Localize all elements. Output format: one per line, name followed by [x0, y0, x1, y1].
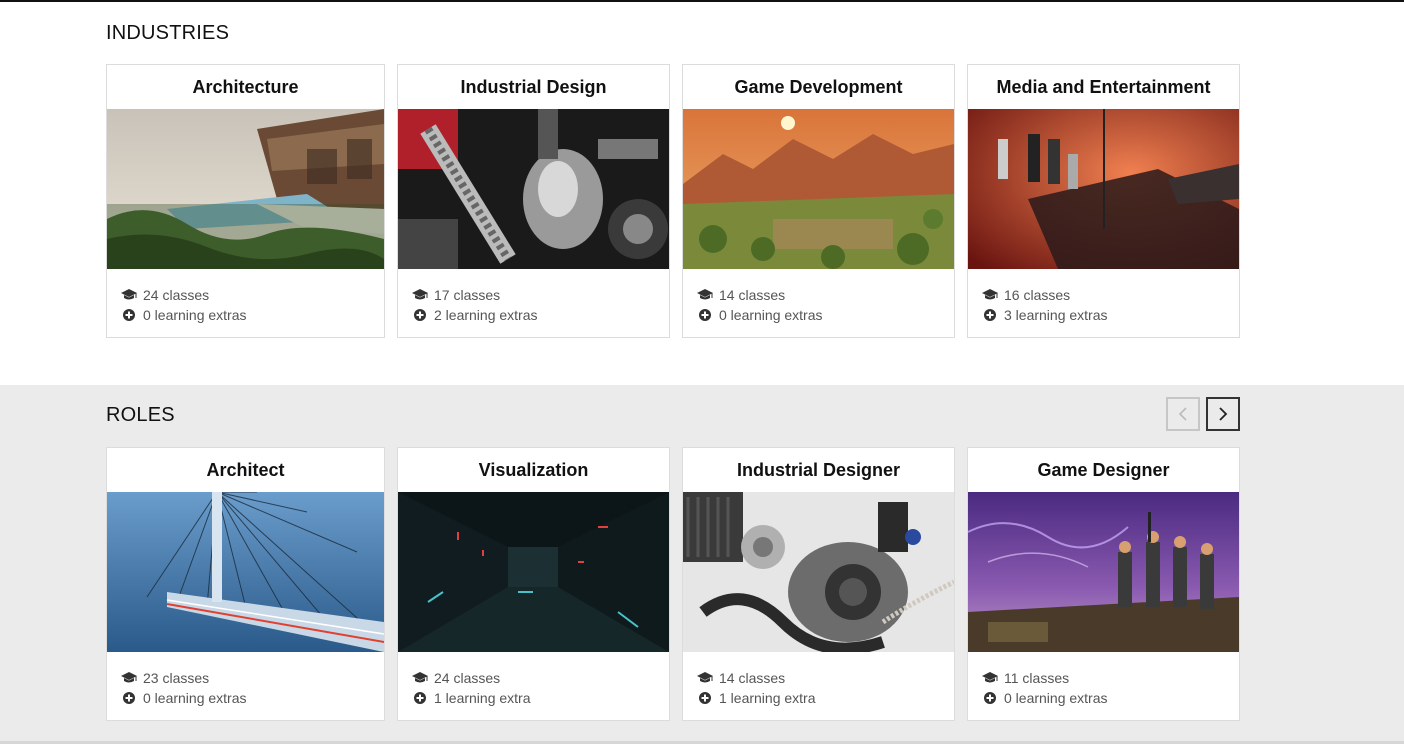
extras-count-row: 3 learning extras [981, 305, 1239, 325]
classes-count-row: 14 classes [696, 285, 954, 305]
extras-count: 2 learning extras [434, 307, 538, 323]
card-meta: 16 classes 3 learning extras [968, 269, 1239, 325]
card-meta: 14 classes 1 learning extra [683, 652, 954, 708]
graduation-cap-icon [411, 288, 429, 302]
chevron-right-icon [1219, 407, 1228, 421]
card-image-game-development[interactable] [683, 109, 954, 269]
card-image-industrial-designer[interactable] [683, 492, 954, 652]
card-meta: 11 classes 0 learning extras [968, 652, 1239, 708]
extras-count: 0 learning extras [143, 690, 247, 706]
classes-count-row: 16 classes [981, 285, 1239, 305]
card-image-industrial-design[interactable] [398, 109, 669, 269]
classes-count: 17 classes [434, 287, 501, 303]
extras-count: 1 learning extra [719, 690, 816, 706]
card-title: Architect [206, 460, 285, 480]
extras-count-row: 2 learning extras [411, 305, 669, 325]
plus-circle-icon [120, 691, 138, 705]
card-title: Industrial Design [460, 77, 607, 97]
extras-count: 1 learning extra [434, 690, 531, 706]
extras-count-row: 0 learning extras [981, 688, 1239, 708]
plus-circle-icon [411, 308, 429, 322]
extras-count: 0 learning extras [1004, 690, 1108, 706]
extras-count-row: 0 learning extras [120, 305, 384, 325]
card-image-architecture[interactable] [107, 109, 384, 269]
plus-circle-icon [696, 308, 714, 322]
graduation-cap-icon [120, 288, 138, 302]
chevron-left-icon [1178, 407, 1187, 421]
graduation-cap-icon [981, 671, 999, 685]
roles-card-row: Architect 23 classes 0 learning extras V… [0, 447, 1404, 723]
carousel-prev-button[interactable] [1166, 397, 1200, 431]
extras-count: 0 learning extras [719, 307, 823, 323]
classes-count: 24 classes [143, 287, 210, 303]
extras-count: 0 learning extras [143, 307, 247, 323]
extras-count-row: 1 learning extra [696, 688, 954, 708]
classes-count: 23 classes [143, 670, 210, 686]
carousel-next-button[interactable] [1206, 397, 1240, 431]
card-game-designer[interactable]: Game Designer 11 classes 0 learning extr… [967, 447, 1240, 721]
industries-card-row: Architecture 24 classes 0 learning extra… [0, 64, 1404, 340]
card-meta: 23 classes 0 learning extras [107, 652, 384, 708]
classes-count-row: 24 classes [120, 285, 384, 305]
extras-count-row: 0 learning extras [120, 688, 384, 708]
classes-count-row: 24 classes [411, 668, 669, 688]
extras-count: 3 learning extras [1004, 307, 1108, 323]
plus-circle-icon [120, 308, 138, 322]
card-title: Game Designer [1037, 460, 1170, 480]
card-game-development[interactable]: Game Development 14 classes 0 learning e… [682, 64, 955, 338]
card-meta: 17 classes 2 learning extras [398, 269, 669, 325]
industries-section: INDUSTRIES Architecture 24 classes 0 lea… [0, 2, 1404, 385]
classes-count: 24 classes [434, 670, 501, 686]
card-architect[interactable]: Architect 23 classes 0 learning extras [106, 447, 385, 721]
graduation-cap-icon [120, 671, 138, 685]
plus-circle-icon [696, 691, 714, 705]
roles-section: ROLES Architect 23 classes 0 learning ex… [0, 385, 1404, 744]
card-meta: 24 classes 1 learning extra [398, 652, 669, 708]
classes-count: 16 classes [1004, 287, 1071, 303]
industries-title: INDUSTRIES [106, 22, 230, 44]
graduation-cap-icon [411, 671, 429, 685]
classes-count: 11 classes [1004, 670, 1070, 686]
card-title: Visualization [478, 460, 589, 480]
extras-count-row: 1 learning extra [411, 688, 669, 708]
classes-count: 14 classes [719, 287, 786, 303]
extras-count-row: 0 learning extras [696, 305, 954, 325]
card-title: Media and Entertainment [996, 77, 1211, 97]
card-title: Architecture [192, 77, 299, 97]
graduation-cap-icon [696, 288, 714, 302]
classes-count-row: 11 classes [981, 668, 1239, 688]
card-title: Game Development [734, 77, 903, 97]
card-meta: 14 classes 0 learning extras [683, 269, 954, 325]
plus-circle-icon [981, 691, 999, 705]
graduation-cap-icon [696, 671, 714, 685]
card-media-and-entertainment[interactable]: Media and Entertainment 16 classes 3 lea… [967, 64, 1240, 338]
card-architecture[interactable]: Architecture 24 classes 0 learning extra… [106, 64, 385, 338]
graduation-cap-icon [981, 288, 999, 302]
plus-circle-icon [411, 691, 429, 705]
card-industrial-design[interactable]: Industrial Design 17 classes 2 learning … [397, 64, 670, 338]
card-visualization[interactable]: Visualization 24 classes 1 learning extr… [397, 447, 670, 721]
classes-count: 14 classes [719, 670, 786, 686]
classes-count-row: 23 classes [120, 668, 384, 688]
card-image-architect[interactable] [107, 492, 384, 652]
card-meta: 24 classes 0 learning extras [107, 269, 384, 325]
classes-count-row: 14 classes [696, 668, 954, 688]
card-industrial-designer[interactable]: Industrial Designer 14 classes 1 learnin… [682, 447, 955, 721]
card-title: Industrial Designer [736, 460, 901, 480]
card-image-visualization[interactable] [398, 492, 669, 652]
plus-circle-icon [981, 308, 999, 322]
classes-count-row: 17 classes [411, 285, 669, 305]
card-image-game-designer[interactable] [968, 492, 1239, 652]
card-image-media-and-entertainment[interactable] [968, 109, 1239, 269]
roles-title: ROLES [106, 404, 175, 426]
